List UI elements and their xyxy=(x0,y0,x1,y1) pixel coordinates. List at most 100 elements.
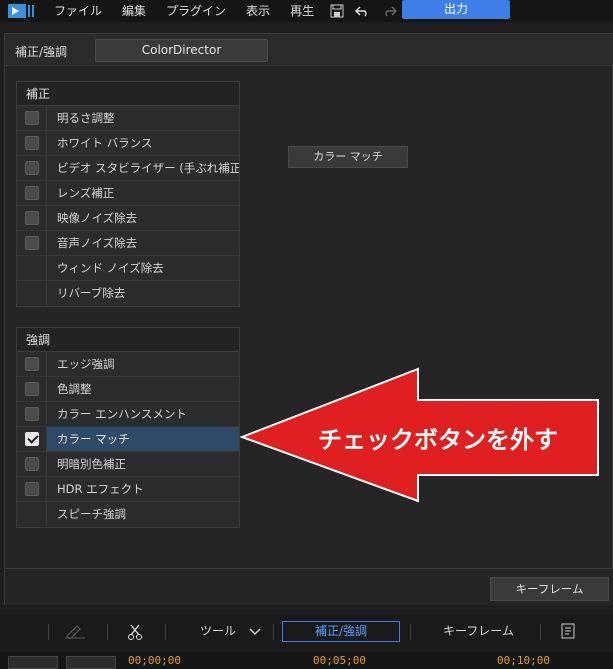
timeline-view-icon[interactable] xyxy=(66,656,116,669)
item-label: HDR エフェクト xyxy=(47,477,239,501)
list-item[interactable]: リバーブ除去 xyxy=(17,281,239,306)
pen-icon[interactable] xyxy=(64,623,86,642)
bottom-toolbar: ツール 補正/強調 キーフレーム xyxy=(0,614,613,650)
item-label: ビデオ スタビライザー (手ぶれ補正) xyxy=(47,156,239,180)
checkbox[interactable] xyxy=(24,136,39,150)
menu-plugin[interactable]: プラグイン xyxy=(156,0,236,22)
checkbox-cell xyxy=(17,377,47,401)
item-label: 色調整 xyxy=(47,377,239,401)
app-logo-icon[interactable] xyxy=(0,0,44,22)
panel-footer: キーフレーム xyxy=(5,568,613,605)
toolbar-divider xyxy=(107,624,108,640)
item-label: カラー マッチ xyxy=(47,427,239,451)
checkbox-cell xyxy=(17,427,47,451)
fix-enhance-panel: 補正/強調 ColorDirector 補正 明るさ調整 ホワイト バランス ビデオ… xyxy=(4,33,613,605)
list-item[interactable]: ウィンド ノイズ除去 xyxy=(17,256,239,281)
list-item[interactable]: カラー エンハンスメント xyxy=(17,402,239,427)
list-item[interactable]: エッジ強調 xyxy=(17,352,239,377)
subtitle-icon[interactable] xyxy=(560,623,576,644)
menu-edit[interactable]: 編集 xyxy=(112,0,156,22)
checkbox[interactable] xyxy=(24,211,39,225)
item-label: 明るさ調整 xyxy=(47,106,239,130)
menu-view[interactable]: 表示 xyxy=(236,0,280,22)
item-label: レンズ補正 xyxy=(47,181,239,205)
menu-playback[interactable]: 再生 xyxy=(280,0,324,22)
toolbar-divider xyxy=(273,624,274,640)
panel-title: 補正/強調 xyxy=(15,45,68,59)
tab-fix-enhance[interactable]: 補正/強調 xyxy=(282,621,400,642)
checkbox[interactable] xyxy=(24,357,39,371)
item-label: 映像ノイズ除去 xyxy=(47,206,239,230)
checkbox-cell xyxy=(17,502,47,526)
item-label: ホワイト バランス xyxy=(47,131,239,155)
keyframe-button[interactable]: キーフレーム xyxy=(490,577,609,601)
checkbox-cell xyxy=(17,402,47,426)
item-label: 音声ノイズ除去 xyxy=(47,231,239,255)
toolbar-divider xyxy=(165,624,166,640)
checkbox-cell xyxy=(17,156,47,180)
list-item[interactable]: 色調整 xyxy=(17,377,239,402)
checkbox-cell xyxy=(17,256,47,280)
callout-text: チェックボタンを外す xyxy=(318,426,558,454)
enhance-group: 強調 エッジ強調 色調整 カラー エンハンスメント カラー マッチ 明暗別色補正 HDR … xyxy=(16,327,240,528)
tab-keyframe[interactable]: キーフレーム xyxy=(443,622,514,639)
undo-icon[interactable] xyxy=(350,0,376,22)
list-item[interactable]: 明るさ調整 xyxy=(17,106,239,131)
checkbox-checked[interactable] xyxy=(24,432,39,446)
list-item[interactable]: ホワイト バランス xyxy=(17,131,239,156)
checkbox[interactable] xyxy=(24,186,39,200)
ruler-time-0: 00;00;00 xyxy=(128,654,181,667)
ruler-time-2: 00;10;00 xyxy=(497,654,550,667)
checkbox[interactable] xyxy=(24,111,39,125)
checkbox-cell xyxy=(17,106,47,130)
scissors-icon[interactable] xyxy=(126,623,144,644)
item-label: 明暗別色補正 xyxy=(47,452,239,476)
checkbox-cell xyxy=(17,206,47,230)
toolbar-divider xyxy=(48,624,49,640)
chevron-down-icon[interactable] xyxy=(249,625,261,639)
item-label: スピーチ強調 xyxy=(47,502,239,527)
enhance-group-title: 強調 xyxy=(17,328,239,352)
menu-file[interactable]: ファイル xyxy=(44,0,112,22)
list-item[interactable]: カラー マッチ xyxy=(17,427,239,452)
list-item[interactable]: 映像ノイズ除去 xyxy=(17,206,239,231)
list-item[interactable]: スピーチ強調 xyxy=(17,502,239,527)
item-label: カラー エンハンスメント xyxy=(47,402,239,426)
correction-group: 補正 明るさ調整 ホワイト バランス ビデオ スタビライザー (手ぶれ補正) レンズ補… xyxy=(16,81,240,307)
color-match-button[interactable]: カラー マッチ xyxy=(288,146,408,168)
checkbox-cell xyxy=(17,452,47,476)
checkbox-cell xyxy=(17,181,47,205)
menu-bar: ファイル 編集 プラグイン 表示 再生 出力 xyxy=(0,0,613,22)
checkbox[interactable] xyxy=(24,457,39,471)
toolbar-divider xyxy=(540,624,541,640)
list-item[interactable]: レンズ補正 xyxy=(17,181,239,206)
checkbox[interactable] xyxy=(24,407,39,421)
correction-group-title: 補正 xyxy=(17,82,239,106)
export-button[interactable]: 出力 xyxy=(402,0,510,19)
item-label: リバーブ除去 xyxy=(47,281,239,306)
list-item[interactable]: ビデオ スタビライザー (手ぶれ補正) xyxy=(17,156,239,181)
checkbox-cell xyxy=(17,477,47,501)
redo-icon[interactable] xyxy=(376,0,402,22)
toolbar-divider xyxy=(410,624,411,640)
list-item[interactable]: 明暗別色補正 xyxy=(17,452,239,477)
panel-header: 補正/強調 ColorDirector xyxy=(5,34,613,66)
checkbox[interactable] xyxy=(24,161,39,175)
item-label: エッジ強調 xyxy=(47,352,239,376)
list-item[interactable]: HDR エフェクト xyxy=(17,477,239,502)
checkbox[interactable] xyxy=(24,236,39,250)
save-icon[interactable] xyxy=(324,0,350,22)
item-label: ウィンド ノイズ除去 xyxy=(47,256,239,280)
ruler-time-1: 00;05;00 xyxy=(313,654,366,667)
checkbox[interactable] xyxy=(24,482,39,496)
timeline-ruler: 00;00;00 00;05;00 00;10;00 xyxy=(0,652,613,669)
list-item[interactable]: 音声ノイズ除去 xyxy=(17,231,239,256)
checkbox-cell xyxy=(17,352,47,376)
checkbox-cell xyxy=(17,281,47,305)
tools-menu[interactable]: ツール xyxy=(200,622,236,639)
checkbox[interactable] xyxy=(24,382,39,396)
checkbox-cell xyxy=(17,231,47,255)
checkbox-cell xyxy=(17,131,47,155)
storyboard-view-icon[interactable] xyxy=(8,656,58,669)
colordirector-button[interactable]: ColorDirector xyxy=(95,39,268,62)
